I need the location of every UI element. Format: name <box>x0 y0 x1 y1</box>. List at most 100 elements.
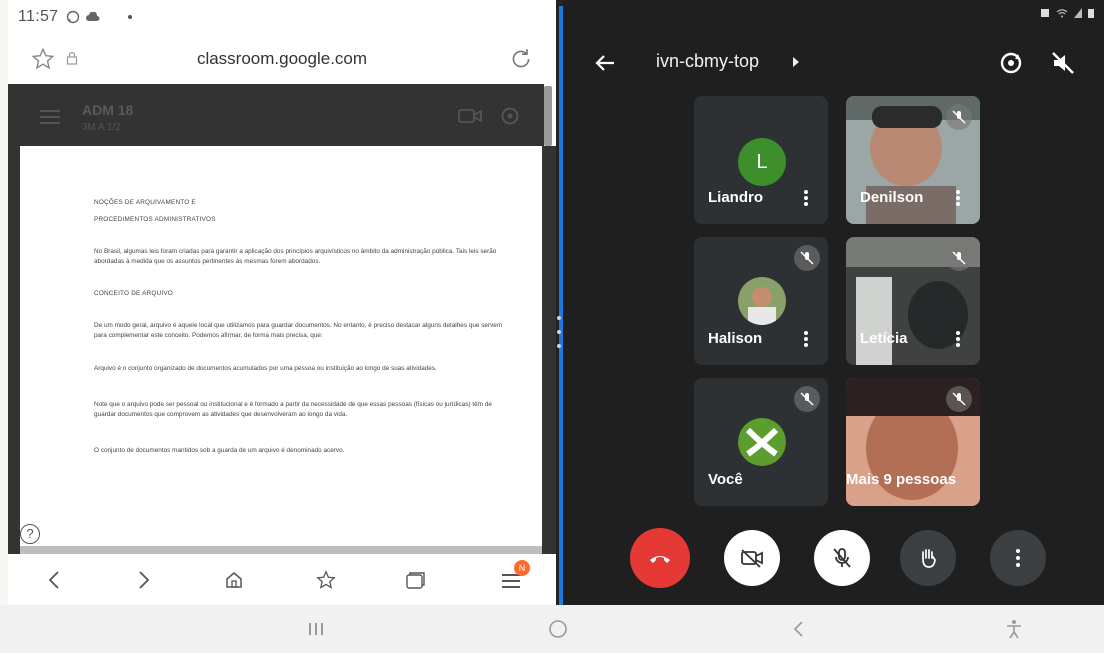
participant-tile[interactable]: Denilson <box>846 96 980 224</box>
divider-handle[interactable] <box>557 316 561 348</box>
participant-tile[interactable]: L Liandro <box>694 96 828 224</box>
profile-photo <box>738 277 786 325</box>
more-options-icon[interactable] <box>804 190 808 206</box>
switch-camera-icon[interactable] <box>998 50 1024 76</box>
mic-off-icon <box>833 548 851 568</box>
participant-name: Halison <box>708 330 763 347</box>
more-options-icon <box>1016 549 1020 567</box>
split-screen-divider[interactable] <box>556 0 564 605</box>
status-bar-left: 11:57 <box>8 0 556 34</box>
mic-toggle-button[interactable] <box>814 530 870 586</box>
browser-pane: 11:57 classroom.google.com ADM 18 3M A 1… <box>8 0 556 605</box>
class-title: ADM 18 <box>82 102 134 118</box>
meet-top-bar: ivn-cbmy-top <box>564 40 1104 86</box>
doc-paragraph: O conjunto de documentos mantidos sob a … <box>94 447 345 455</box>
url-text[interactable]: classroom.google.com <box>8 49 556 69</box>
raise-hand-button[interactable] <box>900 530 956 586</box>
home-button[interactable] <box>220 566 248 594</box>
forward-button[interactable] <box>130 566 158 594</box>
camera-toggle-button[interactable] <box>724 530 780 586</box>
home-button[interactable] <box>546 617 570 641</box>
participant-name: Liandro <box>708 189 763 206</box>
more-options-icon[interactable] <box>804 331 808 347</box>
notification-badge: N <box>514 560 530 576</box>
status-bar-right <box>1040 8 1094 18</box>
address-bar[interactable]: classroom.google.com <box>8 38 556 80</box>
participant-tile[interactable]: Mais 9 pessoas <box>846 378 980 506</box>
class-subtitle: 3M A 1/2 <box>82 122 121 133</box>
doc-paragraph: No Brasil, algumas leis foram criadas pa… <box>94 247 497 265</box>
home-icon <box>226 572 242 588</box>
alarm-icon <box>1041 9 1049 17</box>
end-call-button[interactable] <box>630 528 690 588</box>
forward-arrow-icon <box>139 571 150 589</box>
muted-indicator <box>794 386 820 412</box>
cloud-icon <box>86 12 100 21</box>
camera-off-icon <box>741 549 763 568</box>
participant-tile[interactable]: Letícia <box>846 237 980 365</box>
scrollbar-thumb[interactable] <box>544 86 552 146</box>
help-button[interactable]: ? <box>20 524 40 544</box>
meeting-code[interactable]: ivn-cbmy-top <box>656 51 759 72</box>
doc-paragraph: Note que o arquivo pode ser pessoal ou i… <box>94 401 492 419</box>
caret-right-icon[interactable] <box>793 57 799 67</box>
classroom-header: ADM 18 3M A 1/2 <box>8 84 544 146</box>
doc-heading: NOÇÕES DE ARQUIVAMENTO E <box>94 199 196 206</box>
mic-off-icon <box>952 110 966 124</box>
system-nav-bar <box>0 605 1104 653</box>
signal-icon <box>1074 8 1082 18</box>
muted-indicator <box>946 386 972 412</box>
mic-off-icon <box>952 392 966 406</box>
more-options-icon[interactable] <box>956 331 960 347</box>
back-button[interactable] <box>786 617 810 641</box>
recent-apps-icon <box>309 623 323 635</box>
tabs-button[interactable] <box>402 566 430 594</box>
bookmark-star-icon <box>316 570 336 589</box>
participant-tile[interactable]: Halison <box>694 237 828 365</box>
mic-off-icon <box>800 251 814 265</box>
pdf-document-page[interactable]: NOÇÕES DE ARQUIVAMENTO E PROCEDIMENTOS A… <box>20 146 542 546</box>
more-participants-label: Mais 9 pessoas <box>846 471 957 488</box>
doc-paragraph: Arquivo é o conjunto organizado de docum… <box>94 365 437 373</box>
more-options-icon[interactable] <box>956 190 960 206</box>
document-text: NOÇÕES DE ARQUIVAMENTO E PROCEDIMENTOS A… <box>94 198 504 467</box>
hamburger-menu-icon[interactable] <box>40 110 60 124</box>
pdf-gutter-right <box>542 146 556 554</box>
raise-hand-icon <box>922 549 936 568</box>
back-chevron-icon <box>793 621 803 637</box>
muted-indicator <box>794 245 820 271</box>
back-button[interactable] <box>40 566 68 594</box>
participant-name: Denilson <box>860 189 924 206</box>
bookmarks-button[interactable] <box>312 566 340 594</box>
video-icon[interactable] <box>458 107 482 125</box>
device-screen: 11:57 classroom.google.com ADM 18 3M A 1… <box>0 0 1104 653</box>
back-arrow-icon[interactable] <box>594 52 616 74</box>
xbox-logo-icon <box>738 418 786 466</box>
reload-icon[interactable] <box>508 46 534 72</box>
gear-icon[interactable] <box>500 106 520 126</box>
participant-tile[interactable]: Você <box>694 378 828 506</box>
mic-off-icon <box>952 251 966 265</box>
doc-heading: PROCEDIMENTOS ADMINISTRATIVOS <box>94 215 216 223</box>
muted-indicator <box>946 104 972 130</box>
tabs-icon <box>406 572 425 589</box>
home-circle-icon <box>549 620 567 638</box>
avatar: L <box>738 138 786 186</box>
back-arrow-icon <box>48 571 59 589</box>
page-separator <box>20 546 542 554</box>
notification-dot <box>128 15 133 19</box>
more-options-button[interactable] <box>990 530 1046 586</box>
pdf-gutter-left <box>8 146 20 554</box>
speaker-off-icon[interactable] <box>1050 50 1076 76</box>
avatar <box>738 277 786 325</box>
recent-apps-button[interactable] <box>304 617 328 641</box>
doc-heading: CONCEITO DE ARQUIVO <box>94 289 173 297</box>
browser-toolbar: N <box>8 554 556 605</box>
menu-button[interactable]: N <box>498 560 530 594</box>
accessibility-button[interactable] <box>1002 617 1026 641</box>
wifi-icon <box>1056 9 1068 18</box>
end-call-icon <box>650 556 670 563</box>
meet-controls <box>564 528 1104 588</box>
participant-name: Você <box>708 471 743 488</box>
participant-name: Letícia <box>860 330 908 347</box>
